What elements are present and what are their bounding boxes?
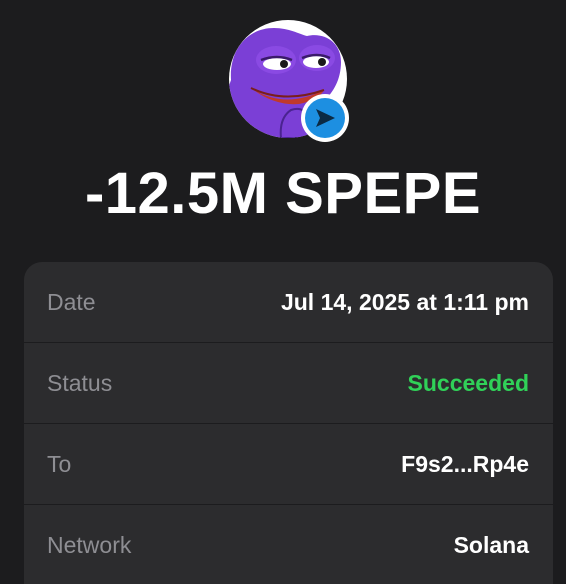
- send-arrow-icon: [301, 94, 349, 142]
- date-value: Jul 14, 2025 at 1:11 pm: [280, 288, 529, 315]
- detail-row-date: Date Jul 14, 2025 at 1:11 pm: [24, 262, 553, 343]
- detail-row-network: Network Solana: [24, 505, 553, 584]
- token-avatar: [229, 20, 349, 142]
- detail-row-status: Status Succeeded: [24, 343, 553, 424]
- network-label: Network: [47, 532, 132, 558]
- network-value: Solana: [453, 532, 529, 558]
- transaction-amount: -12.5M SPEPE: [84, 161, 482, 226]
- transaction-details-card: Date Jul 14, 2025 at 1:11 pm Status Succ…: [24, 262, 553, 584]
- status-value: Succeeded: [407, 369, 529, 396]
- to-label: To: [47, 450, 72, 477]
- status-label: Status: [47, 369, 113, 396]
- recipient-address[interactable]: F9s2...Rp4e: [401, 451, 529, 478]
- date-label: Date: [47, 288, 96, 315]
- detail-row-to[interactable]: To F9s2...Rp4e: [24, 424, 553, 505]
